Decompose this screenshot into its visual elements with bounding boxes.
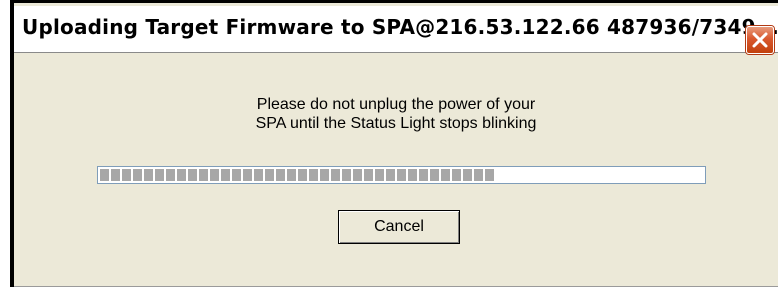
title-bar[interactable]: Uploading Target Firmware to SPA@216.53.… — [14, 6, 778, 54]
dialog-body: Please do not unplug the power of your S… — [14, 53, 778, 287]
upload-progress-bar — [97, 166, 706, 184]
cancel-button[interactable]: Cancel — [338, 210, 460, 244]
window-title: Uploading Target Firmware to SPA@216.53.… — [22, 15, 778, 39]
close-button[interactable] — [746, 26, 774, 54]
warning-message-line-2: SPA until the Status Light stops blinkin… — [255, 115, 537, 132]
progress-fill — [100, 169, 494, 181]
warning-message: Please do not unplug the power of your S… — [14, 95, 778, 133]
close-icon — [752, 32, 768, 48]
warning-message-line-1: Please do not unplug the power of your — [256, 96, 536, 113]
upload-dialog: Uploading Target Firmware to SPA@216.53.… — [10, 0, 778, 287]
